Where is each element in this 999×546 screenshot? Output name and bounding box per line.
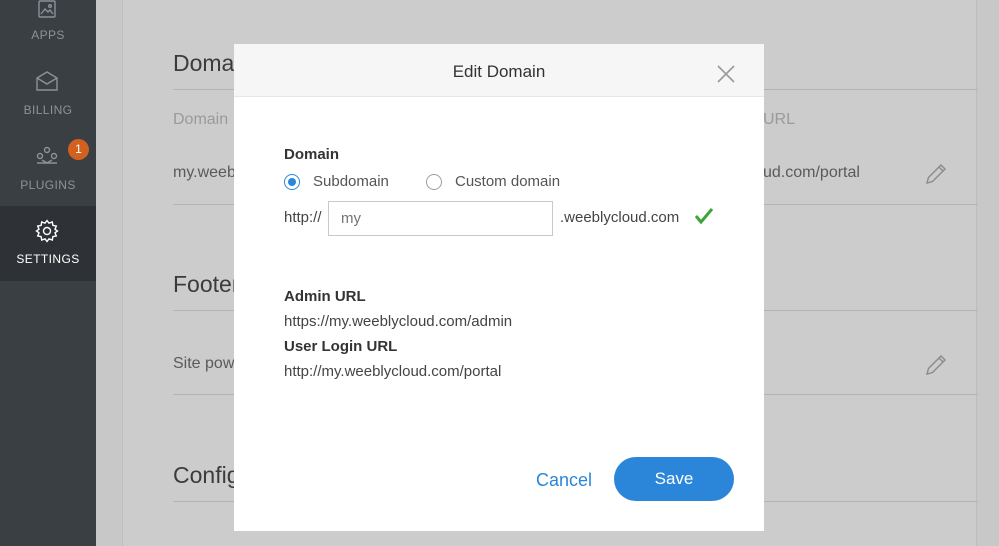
sidebar-item-settings[interactable]: SETTINGS <box>0 206 96 281</box>
custom-domain-radio-label[interactable]: Custom domain <box>455 173 560 190</box>
plugins-icon <box>34 143 60 169</box>
close-icon[interactable] <box>714 62 738 86</box>
custom-domain-radio[interactable] <box>426 174 442 190</box>
domain-row-domain: my.weebl <box>173 164 240 181</box>
plugins-badge: 1 <box>68 139 89 160</box>
modal-title: Edit Domain <box>452 62 546 81</box>
cancel-button[interactable]: Cancel <box>524 465 604 495</box>
save-button[interactable]: Save <box>614 457 734 501</box>
gear-icon <box>34 218 60 244</box>
sidebar-item-label: SETTINGS <box>16 252 80 266</box>
url-prefix: http:// <box>284 209 322 226</box>
image-icon <box>34 0 60 24</box>
edit-domain-modal: Edit Domain Domain Subdomain Custom doma… <box>234 44 764 531</box>
admin-url-value: https://my.weeblycloud.com/admin <box>284 313 513 330</box>
domain-column-header: Domain <box>173 111 229 128</box>
sidebar-item-billing[interactable]: BILLING <box>0 62 96 137</box>
sidebar-item-label: BILLING <box>23 103 73 117</box>
envelope-icon <box>34 68 60 94</box>
subdomain-input[interactable] <box>328 201 553 236</box>
domain-row-url: ud.com/portal <box>763 164 860 181</box>
admin-url-label: Admin URL <box>284 288 366 305</box>
subdomain-radio-label[interactable]: Subdomain <box>313 173 389 190</box>
checkmark-icon <box>694 207 714 225</box>
edit-footer-pencil-icon[interactable] <box>923 352 949 378</box>
url-suffix: .weeblycloud.com <box>560 209 680 226</box>
footer-row-text: Site powe <box>173 355 244 372</box>
sidebar-item-label: APPS <box>31 28 65 42</box>
sidebar-item-apps[interactable]: APPS <box>0 0 96 45</box>
sidebar: APPS BILLING PLUGINS 1 SETTINGS <box>0 0 96 546</box>
edit-domain-pencil-icon[interactable] <box>923 161 949 187</box>
subdomain-radio[interactable] <box>284 174 300 190</box>
user-login-url-label: User Login URL <box>284 338 398 355</box>
sidebar-item-label: PLUGINS <box>20 178 76 192</box>
url-column-header: URL <box>763 111 796 128</box>
user-login-url-value: http://my.weeblycloud.com/portal <box>284 363 502 380</box>
domain-label: Domain <box>284 146 340 163</box>
